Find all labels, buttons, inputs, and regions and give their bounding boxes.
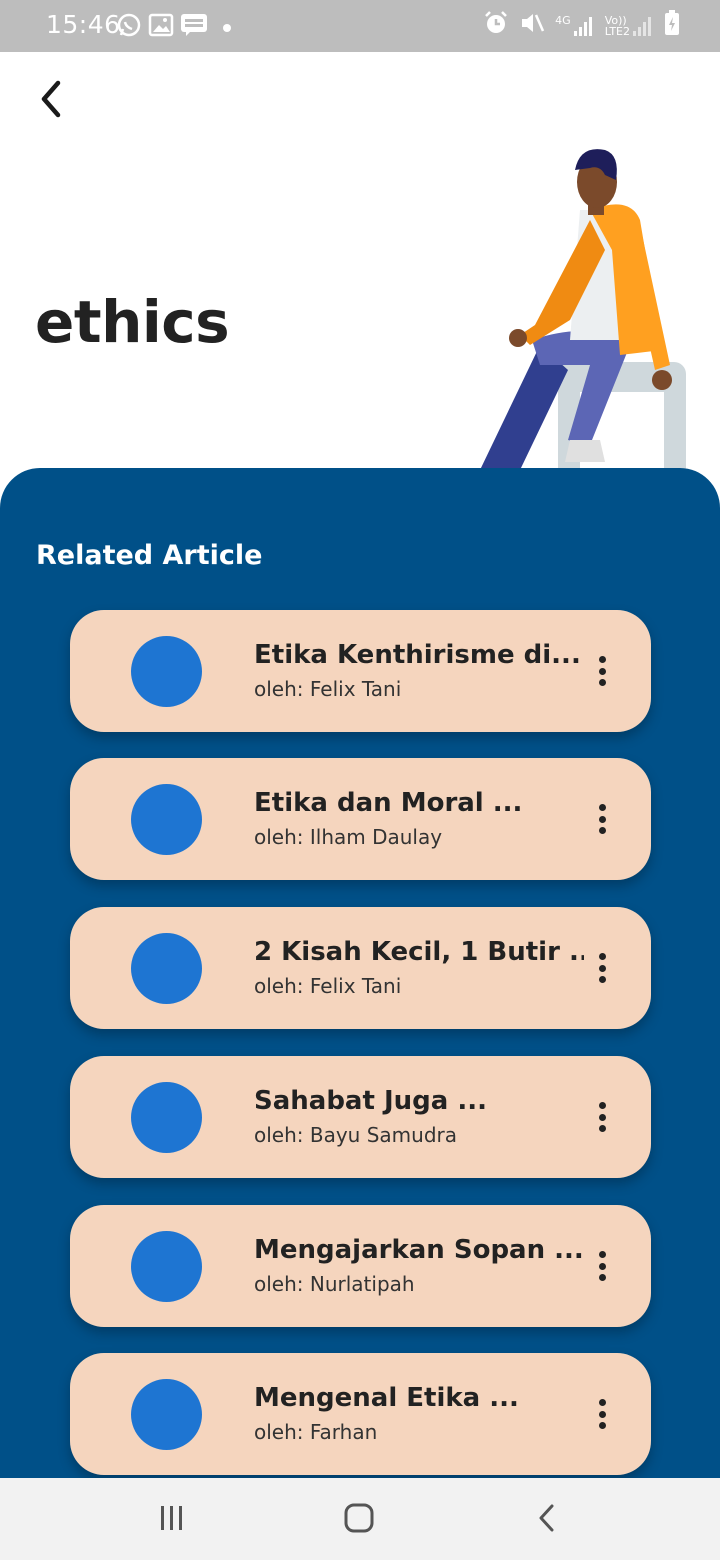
- lte-label: LTE2: [604, 24, 630, 38]
- article-author: oleh: Felix Tani: [254, 974, 402, 998]
- notification-dot-icon: [222, 20, 232, 38]
- network-type-label: 4G: [555, 14, 571, 27]
- whatsapp-icon: [116, 12, 142, 43]
- more-options-button[interactable]: [588, 650, 616, 692]
- back-nav-icon: [535, 1502, 559, 1539]
- alarm-icon: [483, 10, 509, 41]
- article-thumbnail: [131, 1082, 202, 1153]
- more-vert-icon: [598, 1102, 606, 1109]
- article-card[interactable]: Etika Kenthirisme di... oleh: Felix Tani: [70, 610, 651, 732]
- system-nav-bar: [0, 1478, 720, 1560]
- chevron-left-icon: [36, 79, 66, 124]
- more-vert-icon: [598, 656, 606, 663]
- more-vert-icon-dot: [598, 1422, 606, 1429]
- article-card[interactable]: 2 Kisah Kecil, 1 Butir ... oleh: Felix T…: [70, 907, 651, 1029]
- more-vert-icon-dot: [598, 1262, 606, 1270]
- sitting-person-illustration: [440, 140, 700, 480]
- more-vert-icon: [598, 953, 606, 960]
- home-icon: [343, 1502, 375, 1539]
- article-card[interactable]: Etika dan Moral ... oleh: Ilham Daulay: [70, 758, 651, 880]
- battery-charging-icon: [664, 10, 680, 41]
- more-vert-icon-dot: [598, 976, 606, 983]
- article-thumbnail: [131, 1231, 202, 1302]
- article-card[interactable]: Sahabat Juga ... oleh: Bayu Samudra: [70, 1056, 651, 1178]
- more-options-button[interactable]: [588, 1096, 616, 1138]
- more-vert-icon-dot: [598, 1410, 606, 1418]
- more-vert-icon: [598, 1399, 606, 1406]
- article-thumbnail: [131, 933, 202, 1004]
- article-title: Sahabat Juga ...: [254, 1086, 487, 1116]
- article-title: Mengajarkan Sopan ...: [254, 1235, 584, 1265]
- recent-apps-icon: [157, 1503, 187, 1538]
- article-author: oleh: Felix Tani: [254, 677, 402, 701]
- page-title: ethics: [35, 288, 230, 356]
- more-vert-icon-dot: [598, 667, 606, 675]
- article-title: Etika Kenthirisme di...: [254, 640, 581, 670]
- article-title: 2 Kisah Kecil, 1 Butir ...: [254, 937, 584, 967]
- webtoon-icon: [180, 12, 208, 41]
- article-thumbnail: [131, 636, 202, 707]
- more-vert-icon-dot: [598, 679, 606, 686]
- volte-lte2-icon: Vo)) LTE2: [605, 15, 654, 37]
- article-thumbnail: [131, 1379, 202, 1450]
- more-vert-icon-dot: [598, 827, 606, 834]
- article-card[interactable]: Mengajarkan Sopan ... oleh: Nurlatipah: [70, 1205, 651, 1327]
- status-time: 15:46: [46, 10, 121, 39]
- section-title: Related Article: [36, 540, 263, 571]
- more-vert-icon: [598, 1251, 606, 1258]
- recent-apps-button[interactable]: [150, 1498, 194, 1542]
- article-card[interactable]: Mengenal Etika ... oleh: Farhan: [70, 1353, 651, 1475]
- more-vert-icon: [598, 804, 606, 811]
- more-vert-icon-dot: [598, 815, 606, 823]
- more-options-button[interactable]: [588, 1393, 616, 1435]
- article-author: oleh: Bayu Samudra: [254, 1123, 457, 1147]
- article-title: Mengenal Etika ...: [254, 1383, 519, 1413]
- article-author: oleh: Nurlatipah: [254, 1272, 415, 1296]
- status-right-group: 4G Vo)) LTE2: [483, 10, 680, 41]
- more-vert-icon-dot: [598, 1113, 606, 1121]
- mute-icon: [519, 10, 545, 41]
- article-author: oleh: Ilham Daulay: [254, 825, 443, 849]
- gallery-icon: [148, 12, 174, 43]
- status-bar: 15:46 4G Vo)) LTE2: [0, 0, 720, 52]
- volte-label: Vo)): [604, 13, 627, 27]
- more-options-button[interactable]: [588, 947, 616, 989]
- more-vert-icon-dot: [598, 1274, 606, 1281]
- back-button[interactable]: [28, 78, 74, 124]
- more-options-button[interactable]: [588, 1245, 616, 1287]
- more-vert-icon-dot: [598, 964, 606, 972]
- more-options-button[interactable]: [588, 798, 616, 840]
- article-author: oleh: Farhan: [254, 1420, 378, 1444]
- more-vert-icon-dot: [598, 1125, 606, 1132]
- article-title: Etika dan Moral ...: [254, 788, 523, 818]
- home-button[interactable]: [337, 1498, 381, 1542]
- signal-4g-icon: 4G: [555, 14, 595, 37]
- article-thumbnail: [131, 784, 202, 855]
- related-articles-panel: Related Article Etika Kenthirisme di... …: [0, 468, 720, 1478]
- back-nav-button[interactable]: [525, 1498, 569, 1542]
